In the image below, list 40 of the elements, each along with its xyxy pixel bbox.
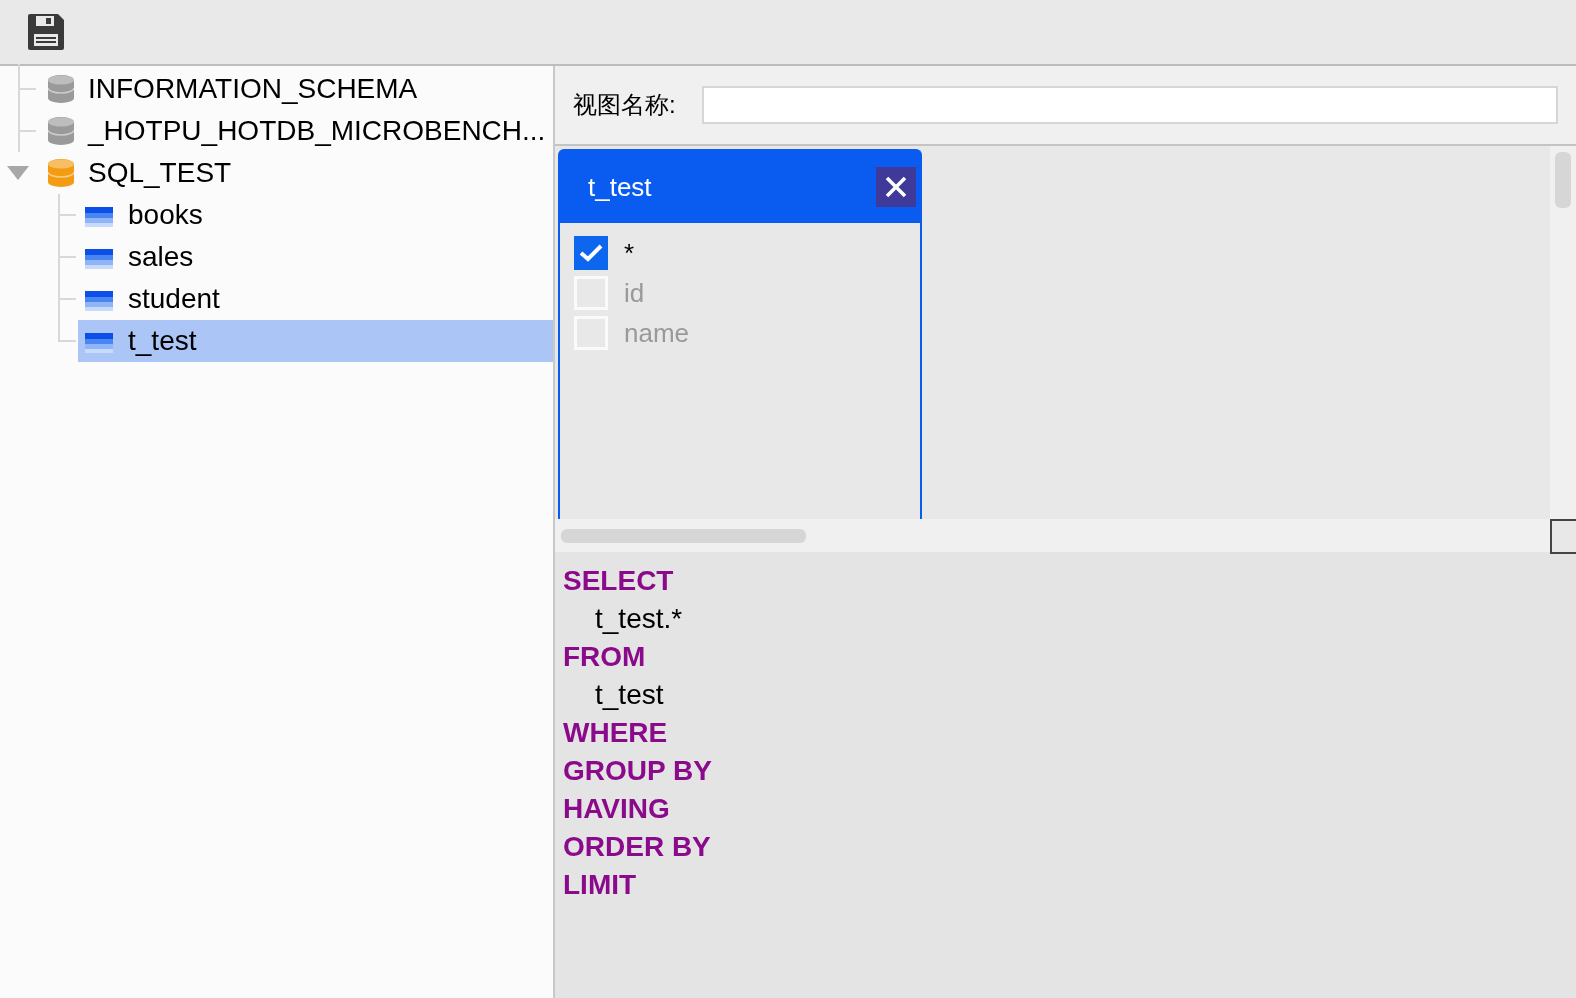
- view-name-field[interactable]: [701, 86, 1558, 124]
- table-name: books: [128, 199, 203, 231]
- column-checkbox[interactable]: [574, 236, 608, 270]
- tree-item[interactable]: student: [78, 278, 553, 320]
- sql-keyword: LIMIT: [563, 868, 638, 902]
- tree-item[interactable]: SQL_TEST: [0, 152, 553, 194]
- database-name: SQL_TEST: [88, 157, 232, 189]
- expand-toggle-icon[interactable]: [6, 164, 30, 182]
- sql-keyword: SELECT: [563, 564, 675, 598]
- sql-keyword: FROM: [563, 640, 647, 674]
- table-card-title: t_test: [588, 171, 652, 203]
- horizontal-scrollbar[interactable]: [555, 519, 1576, 552]
- save-icon[interactable]: [26, 12, 66, 52]
- database-name: INFORMATION_SCHEMA: [88, 73, 418, 105]
- close-icon[interactable]: [885, 176, 907, 198]
- table-name: student: [128, 283, 220, 315]
- tree-item[interactable]: _HOTPU_HOTDB_MICROBENCH...: [0, 110, 553, 152]
- table-icon: [85, 249, 113, 269]
- sql-keyword: GROUP BY: [563, 754, 713, 788]
- table-name: sales: [128, 241, 194, 273]
- table-name: t_test: [128, 325, 197, 357]
- vertical-scrollbar[interactable]: [1550, 146, 1576, 519]
- column-label: id: [624, 277, 645, 309]
- table-icon: [85, 291, 113, 311]
- view-name-label: 视图名称:: [573, 90, 676, 120]
- database-name: _HOTPU_HOTDB_MICROBENCH...: [88, 115, 546, 147]
- table-icon: [85, 207, 113, 227]
- close-button[interactable]: [876, 167, 916, 207]
- sql-keyword: HAVING: [563, 792, 671, 826]
- tree-item[interactable]: books: [78, 194, 553, 236]
- column-label: *: [624, 237, 635, 269]
- sql-keyword: WHERE: [563, 716, 669, 750]
- column-label: name: [624, 317, 690, 349]
- sql-identifier: t_test: [594, 678, 665, 712]
- check-icon: [579, 244, 603, 262]
- table-icon: [85, 333, 113, 353]
- tree-item[interactable]: sales: [78, 236, 553, 278]
- tree-item[interactable]: t_test: [78, 320, 553, 362]
- sql-keyword: ORDER BY: [563, 830, 712, 864]
- sql-identifier: t_test.*: [594, 602, 684, 636]
